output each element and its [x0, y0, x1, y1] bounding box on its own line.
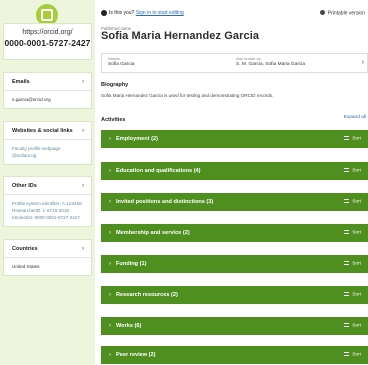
activity-section-peer-review[interactable]: › Peer review (2) Sort: [101, 346, 368, 364]
sidebar: https://orcid.org/ 0000-0001-5727-2427 E…: [0, 0, 95, 365]
names-value: Sofia Garcia: [108, 62, 135, 67]
activity-section-invited-positions[interactable]: › Invited positions and distinctions (3)…: [101, 193, 368, 211]
printable-version-button[interactable]: Printable version: [319, 10, 365, 17]
printable-label: Printable version: [327, 10, 365, 17]
also-known-cell: Also known as S. M. Garcia, Sofia Maria …: [236, 57, 305, 67]
orcid-url: https://orcid.org/: [22, 29, 73, 36]
sort-label: Sort: [352, 230, 361, 236]
sort-label: Sort: [352, 292, 361, 298]
names-label: Names: [108, 57, 121, 61]
top-bar: Is this you? Sign in to start editing Pr…: [101, 10, 368, 20]
sort-icon: [344, 168, 350, 172]
biography-title: Biography: [101, 82, 129, 88]
email-value: s.garcia@orcid.org: [12, 97, 51, 102]
sort-label: Sort: [352, 199, 361, 205]
sort-button[interactable]: Sort: [344, 199, 361, 205]
is-this-you: Is this you? Sign in to start editing: [109, 10, 184, 16]
countries-card: Countries › United States: [3, 239, 92, 276]
activity-section-label: Education and qualifications (4): [116, 168, 201, 174]
main-content: Is this you? Sign in to start editing Pr…: [101, 0, 368, 365]
sort-label: Sort: [352, 136, 361, 142]
country-value: United States: [12, 264, 40, 269]
emails-card-header[interactable]: Emails ›: [4, 73, 91, 91]
print-icon: [319, 10, 325, 15]
other-id-item[interactable]: Profile system identifier: A-123456: [12, 200, 83, 207]
orcid-id-box: https://orcid.org/ 0000-0001-5727-2427: [3, 23, 92, 60]
is-this-you-label: Is this you?: [109, 10, 135, 16]
sort-button[interactable]: Sort: [344, 292, 361, 298]
activity-section-label: Invited positions and distinctions (3): [116, 199, 214, 205]
sort-button[interactable]: Sort: [344, 261, 361, 267]
sort-label: Sort: [352, 261, 361, 267]
also-known-value: S. M. Garcia, Sofia Maria Garcia: [236, 62, 306, 67]
website-link[interactable]: Faculty profile webpage: [12, 145, 83, 152]
activity-section-label: Peer review (2): [116, 352, 156, 358]
sort-icon: [344, 352, 350, 356]
activity-section-research-resources[interactable]: › Research resources (2) Sort: [101, 286, 368, 304]
orcid-id: 0000-0001-5727-2427: [4, 38, 91, 48]
chevron-right-icon: ›: [109, 261, 111, 267]
activity-section-label: Employment (2): [116, 136, 158, 142]
sort-icon: [344, 292, 350, 296]
chevron-right-icon: ›: [361, 59, 364, 66]
other-id-item[interactable]: ResearcherID: L-9716-2018: [12, 207, 83, 214]
also-known-label: Also known as: [236, 57, 261, 61]
sort-icon: [344, 136, 350, 140]
sort-button[interactable]: Sort: [344, 323, 361, 329]
sort-icon: [344, 199, 350, 203]
sort-button[interactable]: Sort: [344, 352, 361, 358]
sign-in-link[interactable]: Sign in to start editing: [136, 10, 184, 16]
websites-card: Websites & social links › Faculty profil…: [3, 121, 92, 165]
activities-title: Activities: [101, 117, 126, 123]
chevron-right-icon: ›: [109, 352, 111, 358]
activity-section-label: Research resources (2): [116, 292, 178, 298]
countries-title: Countries: [12, 245, 38, 252]
chevron-right-icon: ›: [109, 168, 111, 174]
other-ids-title: Other IDs: [12, 182, 37, 189]
websites-card-header[interactable]: Websites & social links ›: [4, 122, 91, 140]
chevron-right-icon: ›: [109, 323, 111, 329]
websites-title: Websites & social links: [12, 127, 73, 134]
sort-label: Sort: [352, 323, 361, 329]
activity-section-education[interactable]: › Education and qualifications (4) Sort: [101, 162, 368, 180]
user-icon: [101, 10, 107, 16]
activity-section-funding[interactable]: › Funding (1) Sort: [101, 255, 368, 273]
social-link[interactable]: @sofiaorcig: [12, 152, 83, 159]
chevron-right-icon: ›: [109, 230, 111, 236]
sort-button[interactable]: Sort: [344, 168, 361, 174]
other-id-item[interactable]: eScientist: 9000-0001-5727-2427: [12, 214, 83, 221]
activity-section-label: Membership and service (2): [116, 230, 190, 236]
chevron-right-icon: ›: [109, 199, 111, 205]
chevron-right-icon: ›: [82, 182, 84, 189]
activity-section-works[interactable]: › Works (6) Sort: [101, 317, 368, 335]
other-ids-card-header[interactable]: Other IDs ›: [4, 177, 91, 195]
sort-icon: [344, 230, 350, 234]
emails-title: Emails: [12, 78, 30, 85]
chevron-right-icon: ›: [109, 136, 111, 142]
countries-card-header[interactable]: Countries ›: [4, 240, 91, 258]
sort-icon: [344, 323, 350, 327]
activity-section-membership[interactable]: › Membership and service (2) Sort: [101, 224, 368, 242]
sort-button[interactable]: Sort: [344, 230, 361, 236]
chevron-right-icon: ›: [82, 78, 84, 85]
sort-button[interactable]: Sort: [344, 136, 361, 142]
names-panel[interactable]: Names Sofia Garcia Also known as S. M. G…: [101, 53, 368, 73]
emails-card: Emails › s.garcia@orcid.org: [3, 72, 92, 109]
chevron-right-icon: ›: [109, 292, 111, 298]
sort-label: Sort: [352, 352, 361, 358]
published-name: Sofia Maria Hernandez Garcia: [101, 30, 260, 42]
activity-section-label: Works (6): [116, 323, 142, 329]
chevron-right-icon: ›: [82, 127, 84, 134]
names-cell: Names Sofia Garcia: [108, 57, 134, 67]
chevron-right-icon: ›: [82, 245, 84, 252]
other-ids-card: Other IDs › Profile system identifier: A…: [3, 176, 92, 227]
expand-all-link[interactable]: Expand all: [344, 115, 366, 120]
biography-text: Sofia Maria Hernandez Garcia is used for…: [101, 93, 274, 98]
activity-section-label: Funding (1): [116, 261, 147, 267]
sort-label: Sort: [352, 168, 361, 174]
activity-section-employment[interactable]: › Employment (2) Sort: [101, 130, 368, 148]
sort-icon: [344, 261, 350, 265]
